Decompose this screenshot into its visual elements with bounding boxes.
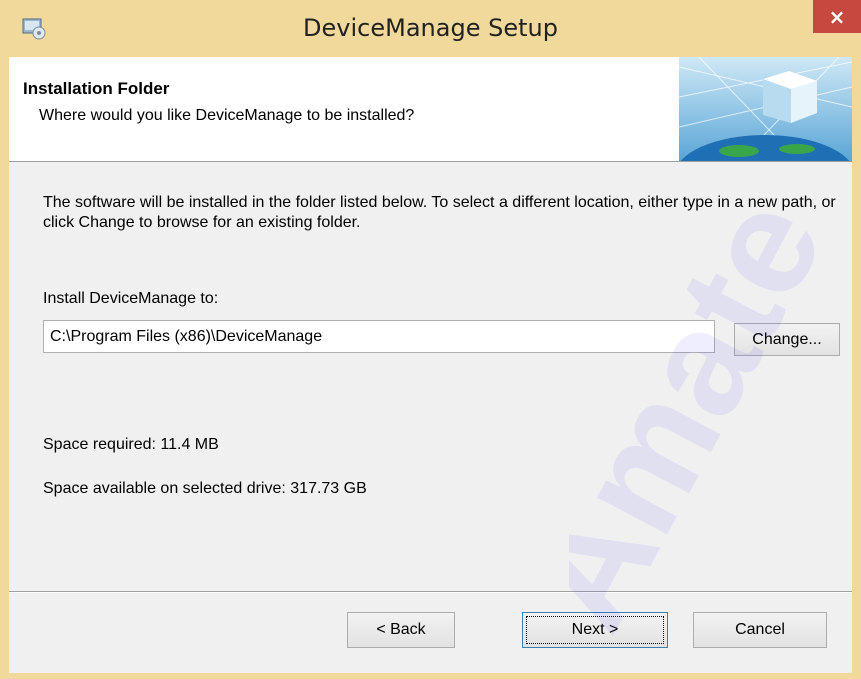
setup-window: DeviceManage Setup × Installation Folder… (0, 0, 861, 679)
focus-rectangle (526, 616, 664, 644)
next-button[interactable]: Next > (522, 612, 668, 648)
cancel-button[interactable]: Cancel (693, 612, 827, 648)
back-button[interactable]: < Back (347, 612, 455, 648)
title-bar[interactable]: DeviceManage Setup × (0, 0, 861, 57)
watermark-text: Amate (569, 177, 852, 654)
globe-cube-graphic (679, 57, 852, 161)
dialog-client: Installation Folder Where would you like… (9, 57, 852, 673)
banner-title: Installation Folder (23, 79, 170, 98)
watermark: Amate (569, 177, 852, 654)
space-required-text: Space required: 11.4 MB (43, 436, 219, 453)
window-title: DeviceManage Setup (303, 14, 558, 42)
close-icon: × (828, 4, 846, 29)
space-available-text: Space available on selected drive: 317.7… (43, 480, 367, 497)
install-path-input[interactable] (43, 320, 715, 353)
header-banner: Installation Folder Where would you like… (9, 57, 852, 162)
change-button[interactable]: Change... (734, 323, 840, 356)
footer-divider (9, 591, 852, 593)
description-text: The software will be installed in the fo… (43, 194, 836, 231)
close-button[interactable]: × (813, 0, 861, 33)
banner-subtitle: Where would you like DeviceManage to be … (39, 107, 415, 124)
install-location-label: Install DeviceManage to: (43, 290, 219, 307)
